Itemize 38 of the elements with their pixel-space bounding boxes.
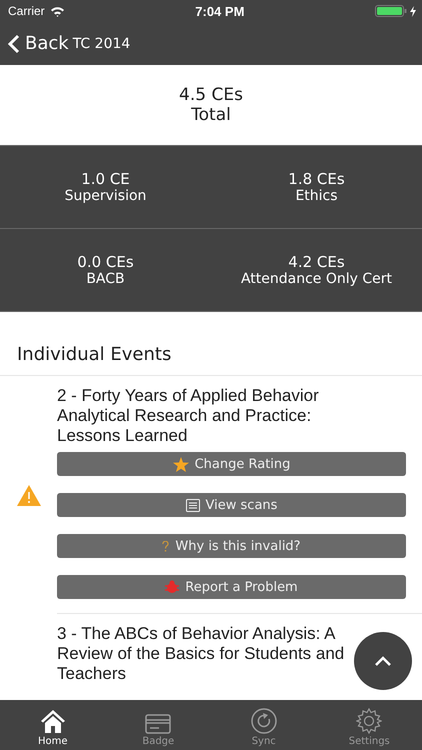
tab-item[interactable]: Sync xyxy=(211,700,316,750)
ce-value: 1.0 CE xyxy=(81,170,130,188)
action-button[interactable]: View scans xyxy=(57,493,406,517)
tab-item[interactable]: Settings xyxy=(316,700,422,750)
question-mark-icon xyxy=(162,540,170,552)
action-button[interactable]: Change Rating xyxy=(57,452,406,476)
ce-label: BACB xyxy=(86,271,125,287)
card-icon[interactable] xyxy=(145,714,172,734)
event-title: 2 - Forty Years of Applied Behavior Analytical Research and Practice: Lessons Learned xyxy=(57,386,320,446)
back-button[interactable]: Back xyxy=(8,33,69,54)
star-icon xyxy=(172,456,189,472)
action-button[interactable]: Report a Problem xyxy=(57,575,406,599)
refresh-icon[interactable] xyxy=(250,708,277,734)
tab-item[interactable]: Badge xyxy=(106,700,211,750)
ce-value: 4.2 CEs xyxy=(288,253,345,271)
ce-label: Ethics xyxy=(295,188,338,204)
ce-label: Attendance Only Cert xyxy=(240,271,392,287)
action-button[interactable]: Why is this invalid? xyxy=(57,534,406,558)
section-title: Individual Events xyxy=(0,312,422,376)
ce-label: Supervision xyxy=(64,188,146,204)
house-icon[interactable] xyxy=(40,709,66,734)
nav-title: TC 2014 xyxy=(72,36,130,52)
gear-icon[interactable] xyxy=(356,708,382,734)
chevron-left-icon xyxy=(8,34,20,54)
status-time: 7:04 PM xyxy=(195,4,244,18)
battery-icon xyxy=(375,5,408,17)
total-label: Total xyxy=(191,105,231,125)
carrier-label: Carrier xyxy=(8,4,45,18)
charging-icon xyxy=(410,6,416,16)
list-icon xyxy=(186,498,200,512)
tab-item[interactable]: Home xyxy=(0,700,106,750)
wifi-icon xyxy=(50,6,65,16)
ce-value: 0.0 CEs xyxy=(77,253,134,271)
bug-icon xyxy=(165,580,180,594)
chevron-up-icon xyxy=(374,656,392,666)
event-title: 3 - The ABCs of Behavior Analysis: A Review of the Basics for Students and Teachers xyxy=(57,624,346,684)
total-value: 4.5 CEs xyxy=(179,85,243,105)
ce-value: 1.8 CEs xyxy=(288,170,345,188)
